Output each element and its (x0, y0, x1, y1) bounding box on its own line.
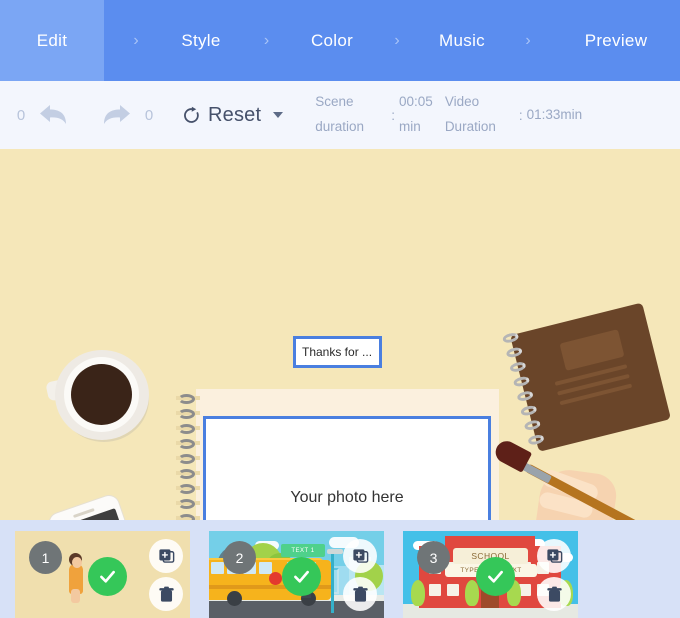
duplicate-scene-button[interactable] (537, 539, 571, 573)
video-duration-label: Video Duration (444, 94, 496, 134)
refresh-icon (184, 106, 199, 123)
tab-color[interactable]: Color (299, 0, 365, 81)
editor-canvas[interactable]: Your photo here Thanks for ... (0, 149, 680, 520)
reset-button[interactable]: Reset (182, 103, 284, 127)
scene-selected-check[interactable] (88, 557, 127, 596)
duplicate-icon (352, 548, 368, 563)
photo-placeholder[interactable]: Your photo here (203, 416, 491, 520)
coffee-cup-icon (45, 346, 151, 444)
scene-number-badge: 2 (223, 541, 256, 574)
check-icon (488, 570, 503, 583)
hand-with-paintbrush-icon (491, 437, 680, 520)
person-leg (71, 589, 80, 603)
video-duration-colon: : (518, 107, 523, 123)
chevron-right-icon-3: › (394, 31, 400, 49)
tab-edit-label: Edit (36, 30, 68, 50)
photo-placeholder-label: Your photo here (290, 488, 404, 506)
chevron-right-icon-2: › (263, 31, 270, 49)
scene-number-badge: 1 (29, 541, 62, 574)
brown-notebook-icon (501, 297, 672, 455)
redo-arrow-icon (104, 105, 130, 124)
tab-edit[interactable]: Edit (0, 0, 104, 81)
scene-selected-check[interactable] (282, 557, 321, 596)
street-lamp (331, 551, 334, 613)
chevron-right-icon-1: › (133, 31, 139, 49)
chevron-right-icon-4: › (525, 31, 531, 49)
tab-preview-label: Preview (584, 30, 648, 50)
scene-timeline-strip: 1 TEXT 1 2 SCHOOL TYPE 3 (0, 520, 680, 618)
chevron-down-icon[interactable] (273, 112, 284, 118)
check-icon (100, 570, 115, 583)
text-element[interactable]: Thanks for ... (293, 336, 382, 368)
top-navigation-bar: Edit › Style › Color › Music › Preview (0, 0, 680, 81)
person-face (72, 557, 82, 568)
duplicate-icon (158, 548, 174, 563)
scene-thumbnail-2[interactable]: TEXT 1 2 (209, 531, 384, 618)
scene2-text-sign: TEXT 1 (281, 544, 325, 557)
video-duration-value: 01:33min (526, 106, 583, 122)
trash-icon (158, 586, 174, 602)
scene-thumbnail-3[interactable]: SCHOOL TYPE YOUR TEXT 3 (403, 531, 578, 618)
redo-button[interactable] (100, 100, 134, 130)
redo-count: 0 (144, 106, 154, 124)
scene-duration-label: Scene duration (315, 94, 365, 134)
editor-toolbar: 0 0 Reset Scene duration : 00:05 min Vid… (0, 81, 680, 149)
video-duration-field: Video Duration : 01:33min (445, 90, 582, 140)
scene-duration-field[interactable]: Scene duration : 00:05 min (315, 90, 433, 140)
reset-label: Reset (208, 103, 262, 126)
undo-arrow-icon (40, 105, 66, 124)
video-editor-app: Edit › Style › Color › Music › Preview 0 (0, 0, 680, 618)
delete-scene-button[interactable] (149, 577, 183, 611)
trash-icon (546, 586, 562, 602)
undo-count: 0 (16, 106, 26, 124)
smartphone-icon (45, 492, 153, 520)
bus-stop-sign (269, 572, 282, 585)
scene-selected-check[interactable] (476, 557, 515, 596)
duplicate-scene-button[interactable] (343, 539, 377, 573)
tab-color-label: Color (310, 30, 354, 50)
check-icon (294, 570, 309, 583)
tab-style[interactable]: Style (168, 0, 234, 81)
trash-icon (352, 586, 368, 602)
delete-scene-button[interactable] (537, 577, 571, 611)
tab-preview[interactable]: Preview (561, 0, 671, 81)
notepad-spiral-binding (176, 392, 202, 520)
coffee-liquid (71, 364, 132, 425)
scene-thumbnail-1[interactable]: 1 (15, 531, 190, 618)
duplicate-icon (546, 548, 562, 563)
delete-scene-button[interactable] (343, 577, 377, 611)
scene-duration-value: 00:05 min (399, 94, 433, 134)
scene2-text-sign-label: TEXT 1 (291, 547, 315, 554)
undo-button[interactable] (36, 100, 70, 130)
tab-style-label: Style (181, 30, 221, 50)
scene-duration-colon: : (391, 107, 396, 123)
text-element-value: Thanks for ... (302, 345, 373, 359)
tab-music[interactable]: Music (429, 0, 495, 81)
tab-music-label: Music (439, 30, 485, 50)
scene-number-badge: 3 (417, 541, 450, 574)
duplicate-scene-button[interactable] (149, 539, 183, 573)
